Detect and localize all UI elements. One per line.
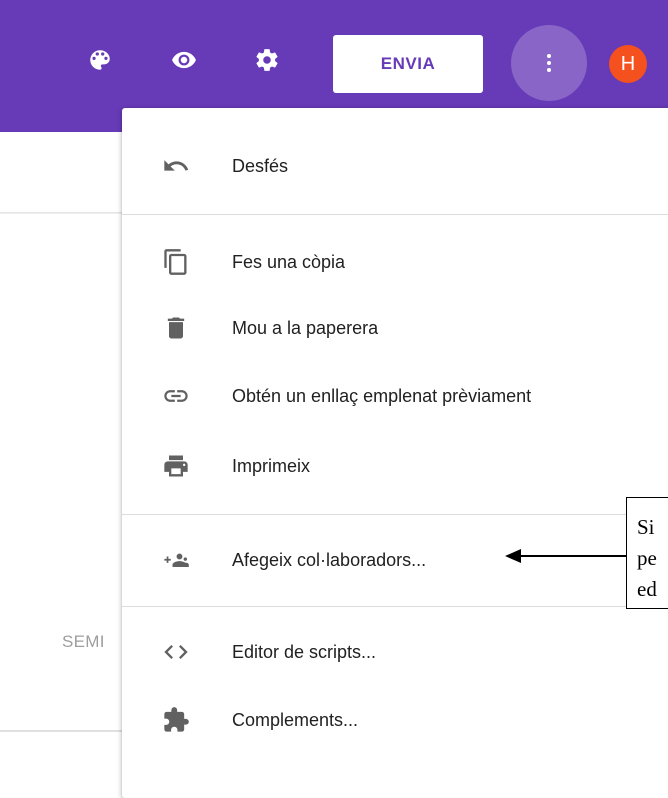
copy-icon [160, 246, 192, 278]
gear-icon[interactable] [253, 46, 281, 74]
callout-line: ed [637, 577, 657, 601]
trash-icon [160, 312, 192, 344]
code-icon [160, 636, 192, 668]
puzzle-icon [160, 704, 192, 736]
print-icon [160, 450, 192, 482]
menu-item-label: Fes una còpia [232, 251, 346, 272]
annotation-callout: Si pe ed [626, 497, 668, 609]
menu-item-script-editor[interactable]: Editor de scripts... [122, 624, 668, 680]
menu-item-label: Imprimeix [232, 455, 311, 476]
link-icon [160, 380, 192, 412]
send-button[interactable]: ENVIA [333, 35, 483, 93]
background-partial-text: SEMI [62, 632, 105, 651]
menu-item-label: Desfés [232, 155, 289, 176]
menu-item-move-to-trash[interactable]: Mou a la paperera [122, 300, 668, 356]
menu-item-print[interactable]: Imprimeix [122, 438, 668, 494]
menu-item-make-copy[interactable]: Fes una còpia [122, 234, 668, 290]
menu-divider [122, 214, 668, 215]
menu-divider [122, 514, 668, 515]
add-people-icon [160, 544, 192, 576]
callout-arrow [505, 549, 626, 563]
background-divider [0, 730, 130, 732]
menu-item-label: Obtén un enllaç emplenat prèviament [232, 385, 532, 406]
menu-item-prefilled-link[interactable]: Obtén un enllaç emplenat prèviament [122, 368, 668, 424]
more-options-button[interactable] [511, 25, 587, 101]
avatar[interactable]: H [609, 45, 647, 83]
menu-item-label: Editor de scripts... [232, 641, 377, 662]
menu-item-add-ons[interactable]: Complements... [122, 692, 668, 748]
callout-line: pe [637, 546, 657, 570]
menu-item-label: Mou a la paperera [232, 317, 379, 338]
menu-item-label: Afegeix col·laboradors... [232, 549, 427, 570]
eye-icon[interactable] [170, 46, 198, 74]
background-divider [0, 212, 130, 214]
undo-icon [160, 150, 192, 182]
more-vert-icon [547, 54, 551, 72]
palette-icon[interactable] [86, 46, 114, 74]
menu-item-label: Complements... [232, 709, 359, 730]
menu-divider [122, 606, 668, 607]
menu-item-undo[interactable]: Desfés [122, 138, 668, 194]
more-options-menu: Desfés Fes una còpia Mou a la paperera O… [122, 108, 668, 798]
callout-line: Si [637, 515, 655, 539]
